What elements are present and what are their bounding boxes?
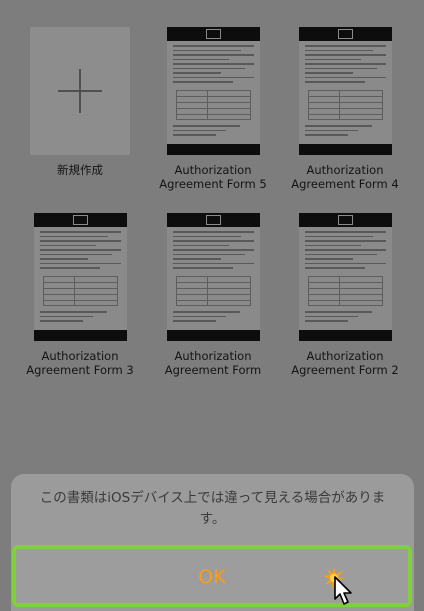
- document-thumbnail[interactable]: [298, 213, 392, 341]
- alert-message: この書類はiOSデバイス上では違って見える場合があります。: [39, 490, 386, 527]
- document-thumbnail[interactable]: [298, 27, 392, 155]
- document-logo: [205, 215, 221, 225]
- document-title: Authorization Agreement Form: [164, 349, 262, 377]
- document-title: Authorization Agreement Form 2: [291, 349, 399, 377]
- document-tile[interactable]: Authorization Agreement Form: [148, 213, 278, 377]
- document-title: Authorization Agreement Form 3: [26, 349, 134, 377]
- document-logo: [337, 215, 353, 225]
- document-tile[interactable]: Authorization Agreement Form 4: [280, 27, 410, 191]
- document-thumbnail[interactable]: [166, 27, 260, 155]
- document-thumbnail[interactable]: [33, 213, 127, 341]
- new-document-thumbnail[interactable]: [30, 27, 130, 155]
- document-thumbnail[interactable]: [166, 213, 260, 341]
- document-tile[interactable]: Authorization Agreement Form 3: [15, 213, 145, 377]
- new-document-label: 新規作成: [57, 163, 103, 177]
- document-logo: [337, 29, 353, 39]
- document-tile[interactable]: Authorization Agreement Form 5: [148, 27, 278, 191]
- mouse-pointer-icon: [334, 576, 352, 605]
- document-tile[interactable]: Authorization Agreement Form 2: [280, 213, 410, 377]
- document-logo: [205, 29, 221, 39]
- document-logo: [72, 215, 88, 225]
- new-document-tile[interactable]: 新規作成: [15, 27, 145, 177]
- document-browser: 新規作成 Authorization Agreement Form 5 Autho…: [0, 0, 424, 611]
- document-title: Authorization Agreement Form 4: [291, 163, 399, 191]
- document-title: Authorization Agreement Form 5: [159, 163, 267, 191]
